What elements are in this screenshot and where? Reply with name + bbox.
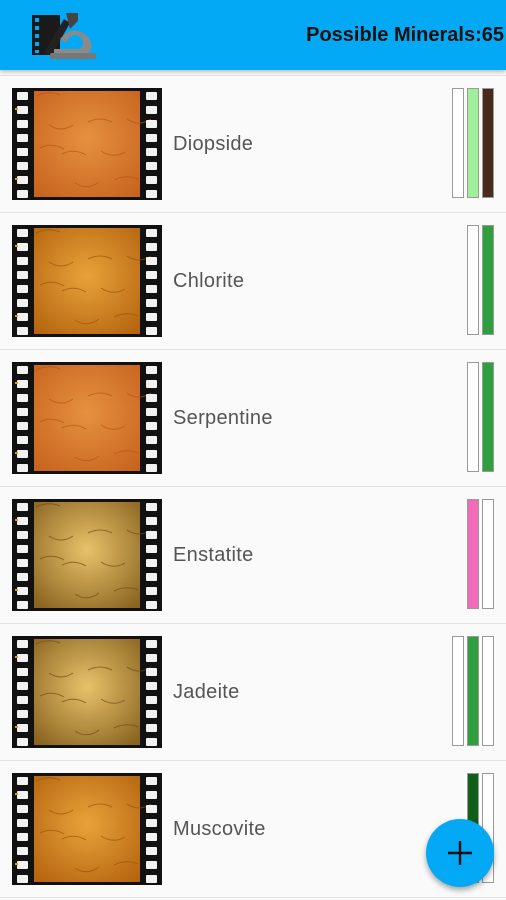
color-bar [482, 88, 494, 198]
color-bar [467, 225, 479, 335]
mineral-list-item[interactable]: Jadeite [0, 624, 506, 761]
color-bar [467, 362, 479, 472]
plus-icon [448, 841, 472, 865]
mineral-name: Enstatite [173, 544, 254, 566]
mineral-name: Jadeite [173, 681, 240, 703]
mineral-name: Chlorite [173, 270, 245, 292]
mineral-list-item[interactable]: Chlorite [0, 213, 506, 350]
mineral-thumbnail [12, 225, 162, 337]
color-bars [467, 362, 494, 472]
mineral-thumbnail [12, 636, 162, 748]
color-bars [467, 225, 494, 335]
color-bar [467, 636, 479, 746]
mineral-list-item[interactable]: Serpentine [0, 350, 506, 487]
mineral-name: Diopside [173, 133, 254, 155]
mineral-list-item[interactable]: Enstatite [0, 487, 506, 624]
mineral-thumbnail [12, 88, 162, 200]
color-bar [482, 362, 494, 472]
color-bar [482, 499, 494, 609]
app-bar: Possible Minerals:65 [0, 0, 506, 70]
color-bar [482, 225, 494, 335]
add-button[interactable] [426, 819, 494, 887]
mineral-name: Muscovite [173, 818, 266, 840]
color-bar [452, 88, 464, 198]
mineral-list-item[interactable]: Muscovite [0, 761, 506, 898]
color-bar [467, 88, 479, 198]
color-bar [482, 636, 494, 746]
color-bars [452, 636, 494, 746]
color-bar [452, 636, 464, 746]
mineral-list-item[interactable]: Diopside [0, 76, 506, 213]
mineral-thumbnail [12, 499, 162, 611]
mineral-thumbnail [12, 773, 162, 885]
color-bars [452, 88, 494, 198]
film-microscope-logo-icon[interactable] [30, 9, 102, 61]
color-bar [467, 499, 479, 609]
mineral-name: Serpentine [173, 407, 273, 429]
mineral-thumbnail [12, 362, 162, 474]
possible-minerals-title: Possible Minerals:65 [306, 24, 504, 46]
color-bars [467, 499, 494, 609]
